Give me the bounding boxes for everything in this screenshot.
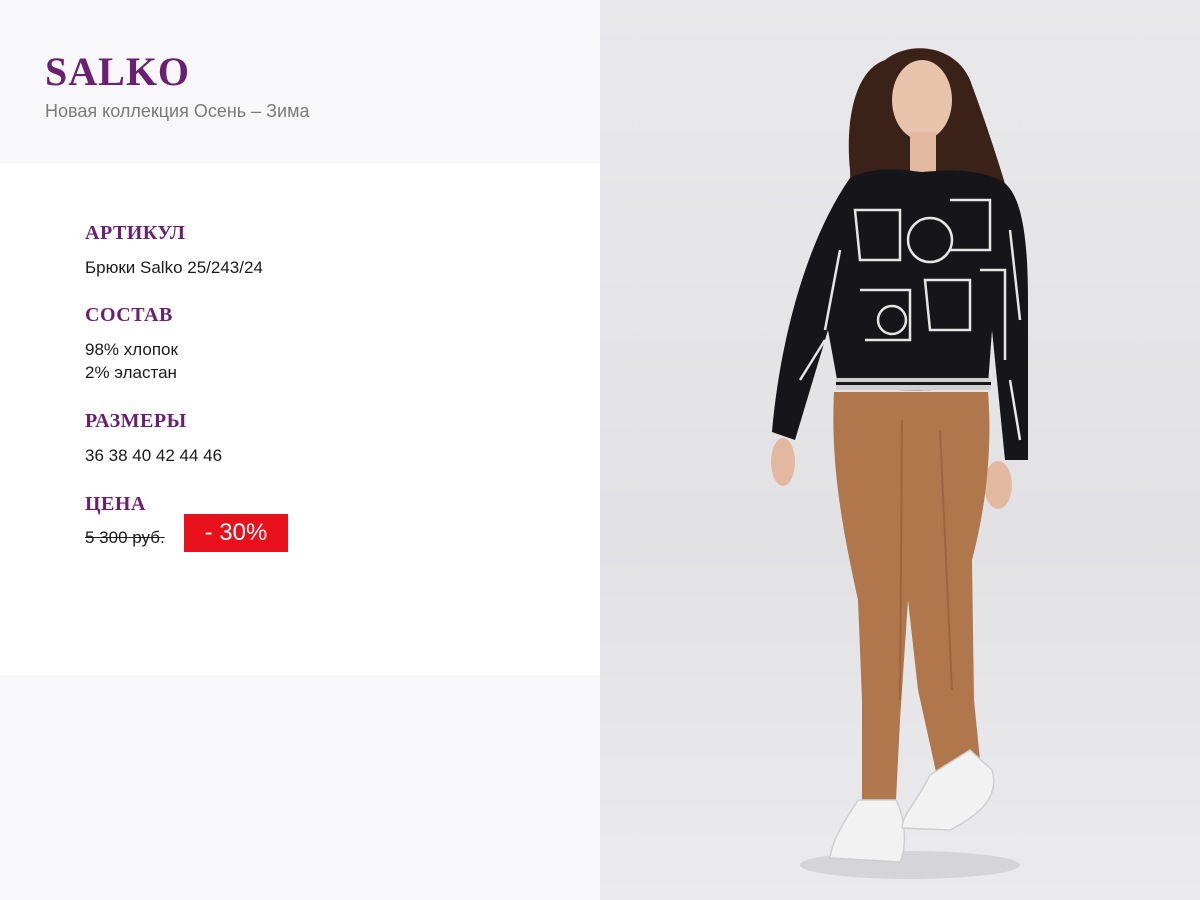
sizes-value: 36 38 40 42 44 46 xyxy=(85,446,223,465)
trousers xyxy=(833,392,990,800)
right-hand xyxy=(984,461,1012,509)
left-sneaker xyxy=(829,799,906,863)
model-photo xyxy=(600,0,1200,900)
model-illustration xyxy=(771,48,1028,879)
discount-badge: - 30% xyxy=(184,514,288,552)
article-label: АРТИКУЛ xyxy=(85,222,186,244)
header: SALKO Новая коллекция Осень – Зима xyxy=(0,0,600,163)
sizes-label: РАЗМЕРЫ xyxy=(85,410,187,432)
details-card: АРТИКУЛ Брюки Salko 25/243/24 СОСТАВ 98%… xyxy=(0,163,600,675)
composition-label: СОСТАВ xyxy=(85,304,173,326)
composition-line-1: 98% хлопок xyxy=(85,340,178,359)
collection-subtitle: Новая коллекция Осень – Зима xyxy=(45,101,310,121)
face xyxy=(892,60,952,140)
product-info-panel: SALKO Новая коллекция Осень – Зима АРТИК… xyxy=(0,0,600,900)
left-hand xyxy=(771,438,795,486)
brand-logo: SALKO xyxy=(45,49,191,94)
composition-line-2: 2% эластан xyxy=(85,363,177,382)
article-value: Брюки Salko 25/243/24 xyxy=(85,258,263,277)
price-label: ЦЕНА xyxy=(85,493,146,515)
neck xyxy=(910,132,936,172)
bottom-spacer xyxy=(0,675,600,900)
old-price: 5 300 руб. xyxy=(85,528,165,547)
